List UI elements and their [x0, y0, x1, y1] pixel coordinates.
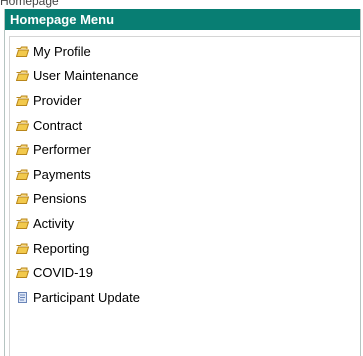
menu-item-label: COVID-19 [33, 265, 93, 281]
menu-item-label: Reporting [33, 240, 90, 256]
folder-icon [16, 70, 29, 82]
menu-item-provider[interactable]: Provider [16, 88, 360, 113]
menu-item-reporting[interactable]: Reporting [16, 236, 360, 261]
menu-item-label: Participant Update [33, 289, 140, 305]
menu-item-label: Performer [33, 142, 91, 158]
menu-item-label: Pensions [33, 191, 87, 207]
menu-item-performer[interactable]: Performer [16, 137, 360, 162]
menu-item-label: Provider [33, 92, 82, 108]
menu-item-my-profile[interactable]: My Profile [16, 39, 360, 64]
folder-icon [16, 144, 29, 156]
menu-item-covid-19[interactable]: COVID-19 [16, 260, 360, 285]
menu-list: My Profile User Maintenance Provider Con… [10, 37, 360, 310]
menu-item-label: User Maintenance [33, 68, 139, 84]
folder-icon [16, 95, 29, 106]
folder-icon [16, 267, 29, 279]
menu-item-label: Activity [33, 215, 75, 231]
menu-item-payments[interactable]: Payments [16, 162, 360, 187]
menu-item-contract[interactable]: Contract [16, 113, 360, 138]
menu-item-participant-update[interactable]: Participant Update [16, 285, 360, 310]
folder-icon [16, 169, 29, 180]
folder-icon [16, 46, 29, 57]
menu-body: My Profile User Maintenance Provider Con… [9, 36, 360, 356]
menu-item-user-maintenance[interactable]: User Maintenance [16, 64, 360, 89]
folder-icon [16, 218, 29, 229]
menu-item-label: Contract [33, 117, 83, 133]
folder-icon [16, 193, 29, 205]
menu-header: Homepage Menu [5, 9, 360, 30]
menu-item-pensions[interactable]: Pensions [16, 187, 360, 212]
homepage-menu-panel: Homepage Menu My Profile User Maintenanc… [4, 9, 361, 356]
folder-icon [16, 243, 29, 254]
menu-item-activity[interactable]: Activity [16, 211, 360, 236]
folder-icon [16, 120, 29, 131]
menu-item-label: My Profile [33, 43, 91, 59]
menu-item-label: Payments [33, 166, 91, 182]
document-icon [18, 291, 27, 303]
page-title-partial: Homepage [0, 0, 59, 8]
